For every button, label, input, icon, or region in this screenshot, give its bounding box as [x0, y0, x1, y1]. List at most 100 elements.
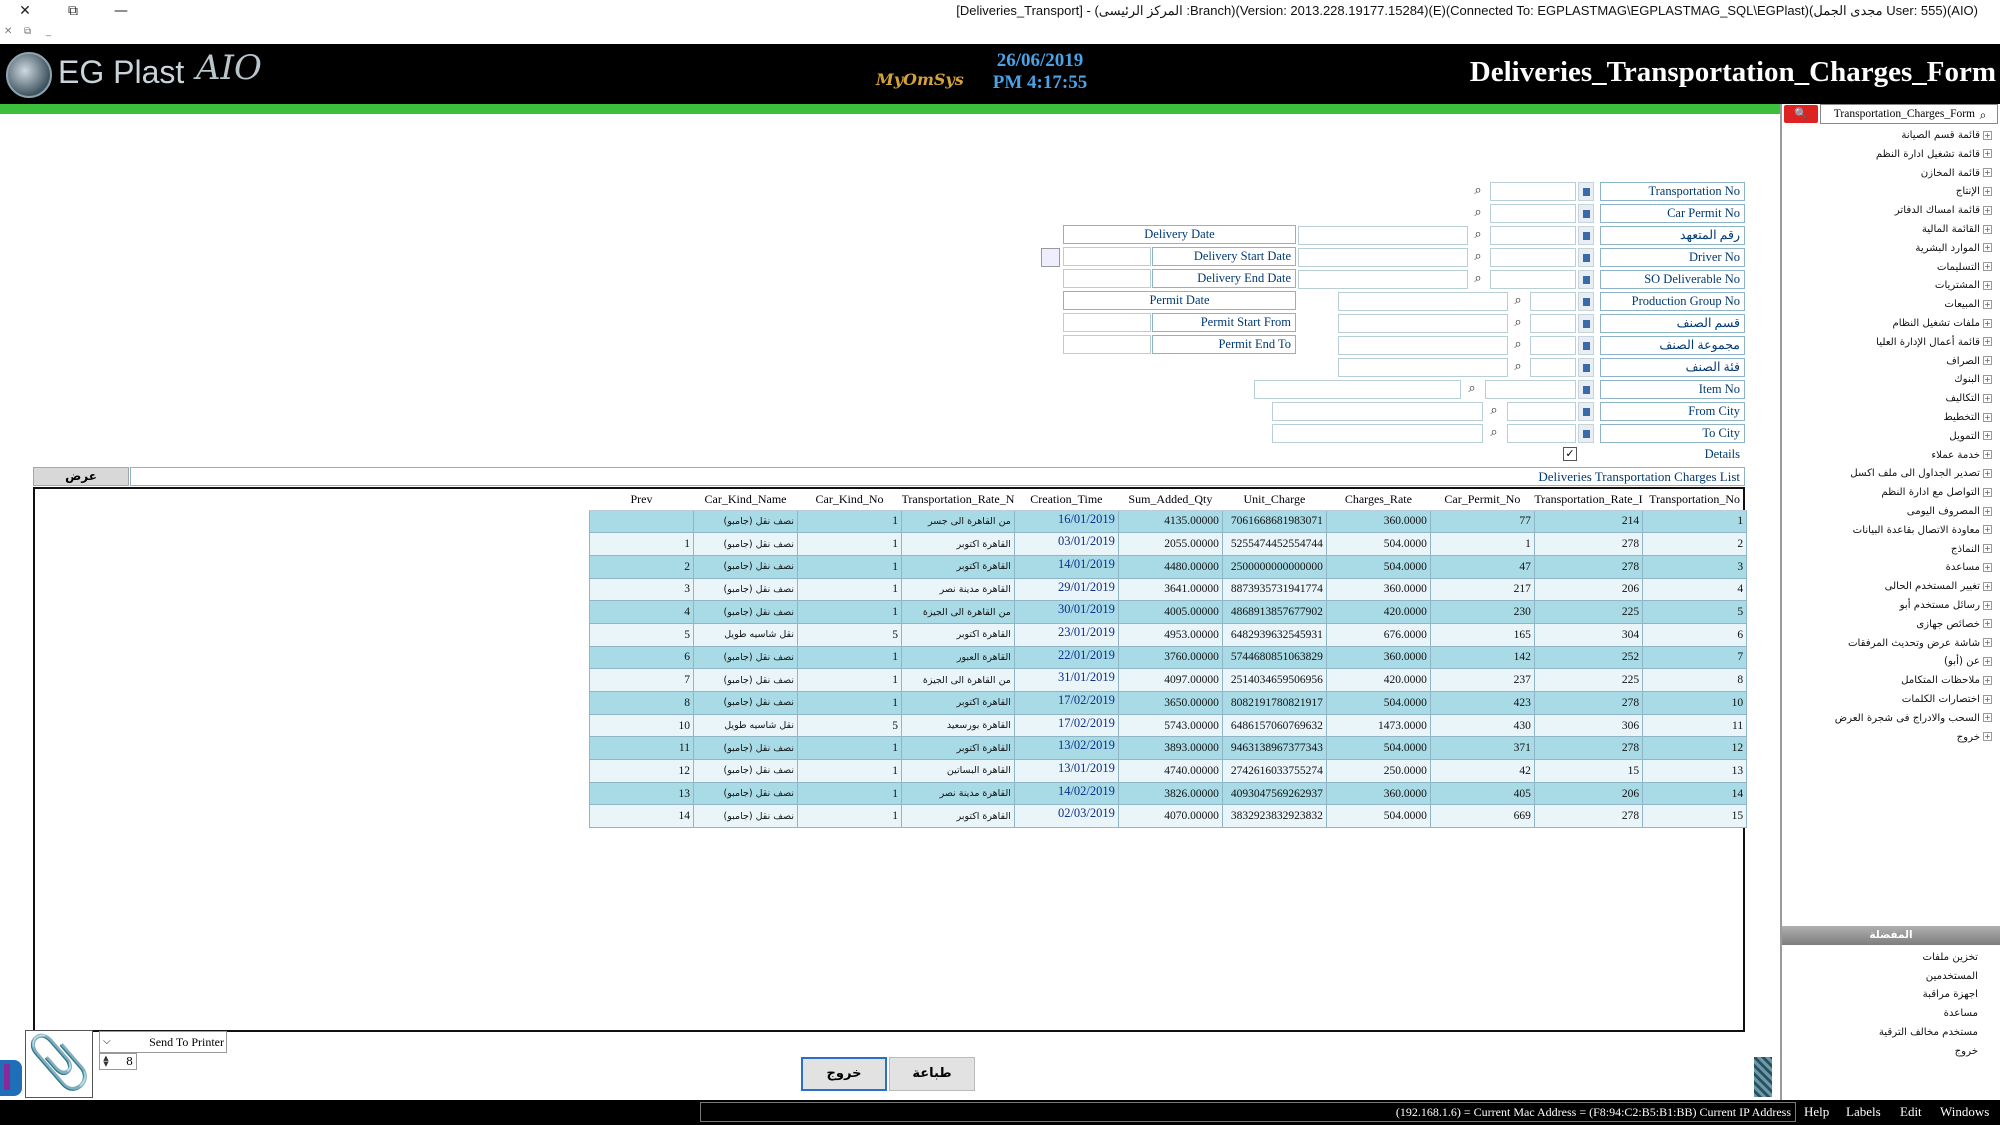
cell-car-kind-name[interactable]: نصف نقل (جامبو): [693, 554, 798, 579]
cell-unit-charge[interactable]: 9463138967377343: [1221, 736, 1327, 761]
cell-car-kind-no[interactable]: 1: [797, 736, 902, 761]
cell-charges-rate[interactable]: 360.0000: [1325, 781, 1431, 806]
menu-edit[interactable]: Edit: [1900, 1104, 1922, 1120]
cell-creation-time[interactable]: 29/01/2019: [1013, 577, 1119, 602]
cell-sum-added-qty[interactable]: 3893.00000: [1117, 736, 1223, 761]
lookup-icon[interactable]: [1578, 182, 1594, 201]
table-row[interactable]: 2 نصف نقل (جامبو) 1 القاهرة اكتوبر 14/01/201…: [589, 554, 1748, 579]
cell-unit-charge[interactable]: 6486157060769632: [1221, 713, 1327, 738]
table-row[interactable]: نصف نقل (جامبو) 1 من القاهرة الى جسر 16/01/…: [589, 509, 1748, 534]
cell-transportation-no[interactable]: 3: [1642, 554, 1748, 579]
column-header[interactable]: Car_Kind_Name: [693, 489, 798, 511]
lookup-icon[interactable]: [1578, 402, 1594, 421]
search-icon[interactable]: ⌕: [1974, 106, 1992, 123]
cell-prev[interactable]: 12: [589, 759, 694, 783]
cell-car-permit-no[interactable]: 371: [1429, 736, 1535, 761]
expand-icon[interactable]: +: [1983, 675, 1992, 685]
column-header[interactable]: Unit_Charge: [1222, 489, 1327, 511]
cell-charges-rate[interactable]: 504.0000: [1325, 532, 1431, 556]
restore-window-icon[interactable]: ⧉: [58, 0, 88, 22]
permit-end-date-input[interactable]: [1063, 335, 1151, 354]
tree-item[interactable]: قائمة المخازن +: [1921, 164, 1992, 183]
search-icon[interactable]: ⌕: [1469, 204, 1487, 223]
tree-item[interactable]: تصدير الجداول الى ملف اكسل +: [1850, 464, 1992, 483]
cell-charges-rate[interactable]: 360.0000: [1325, 577, 1431, 602]
cell-car-permit-no[interactable]: 165: [1429, 622, 1535, 647]
expand-icon[interactable]: +: [1983, 468, 1992, 478]
expand-icon[interactable]: +: [1983, 374, 1992, 384]
cell-car-permit-no[interactable]: 77: [1429, 509, 1535, 534]
cell-rate-name[interactable]: القاهرة اكتوبر: [901, 804, 1015, 829]
cell-sum-added-qty[interactable]: 4097.00000: [1117, 668, 1223, 692]
expand-icon[interactable]: +: [1983, 337, 1992, 347]
cell-car-kind-name[interactable]: نصف نقل (جامبو): [693, 668, 798, 692]
column-header[interactable]: Car_Kind_No: [797, 489, 902, 511]
expand-icon[interactable]: +: [1983, 393, 1992, 403]
cell-prev[interactable]: 4: [589, 600, 694, 624]
search-icon[interactable]: ⌕: [1485, 402, 1503, 421]
favorite-item[interactable]: تخزين ملفات: [1922, 948, 1978, 967]
search-icon[interactable]: ⌕: [1469, 226, 1487, 245]
cell-rate-id[interactable]: 214: [1533, 509, 1644, 534]
cell-creation-time[interactable]: 14/02/2019: [1013, 781, 1119, 806]
cell-rate-id[interactable]: 278: [1533, 804, 1644, 829]
send-to-printer-dropdown[interactable]: ⌵ Send To Printer: [99, 1031, 227, 1053]
tree-item[interactable]: شاشة عرض وتحديث المرفقات +: [1848, 634, 1992, 653]
cell-transportation-no[interactable]: 13: [1642, 759, 1748, 783]
cell-rate-id[interactable]: 206: [1533, 781, 1644, 806]
permit-start-date-input[interactable]: [1063, 313, 1151, 332]
tree-item[interactable]: مساعدة +: [1946, 558, 1992, 577]
cell-car-permit-no[interactable]: 230: [1429, 600, 1535, 624]
cell-creation-time[interactable]: 22/01/2019: [1013, 645, 1119, 670]
cell-unit-charge[interactable]: 8873935731941774: [1221, 577, 1327, 602]
cell-unit-charge[interactable]: 3832923832923832: [1221, 804, 1327, 829]
exit-button[interactable]: خروج: [801, 1057, 887, 1091]
lookup-icon[interactable]: [1578, 380, 1594, 399]
cell-rate-id[interactable]: 304: [1533, 622, 1644, 647]
cell-prev[interactable]: 14: [589, 804, 694, 829]
cell-creation-time[interactable]: 13/02/2019: [1013, 736, 1119, 761]
cell-car-kind-no[interactable]: 1: [797, 804, 902, 829]
cell-car-kind-name[interactable]: نصف نقل (جامبو): [693, 532, 798, 556]
cell-rate-id[interactable]: 278: [1533, 691, 1644, 715]
search-icon[interactable]: ⌕: [1469, 248, 1487, 267]
tree-item[interactable]: البنوك +: [1954, 370, 1992, 389]
cell-unit-charge[interactable]: 5255474452554744: [1221, 532, 1327, 556]
cell-unit-charge[interactable]: 2742616033755274: [1221, 759, 1327, 783]
expand-icon[interactable]: +: [1983, 600, 1992, 610]
cell-sum-added-qty[interactable]: 4005.00000: [1117, 600, 1223, 624]
column-header[interactable]: Transportation_Rate_N: [901, 489, 1015, 511]
tree-item[interactable]: التخطيط +: [1943, 408, 1992, 427]
expand-icon[interactable]: +: [1983, 487, 1992, 497]
cell-car-kind-name[interactable]: نصف نقل (جامبو): [693, 691, 798, 715]
tree-item[interactable]: النماذج +: [1951, 540, 1992, 559]
production-group-no-input[interactable]: [1530, 292, 1576, 311]
cell-car-kind-no[interactable]: 1: [797, 668, 902, 692]
mdi-restore-icon[interactable]: ⧉: [24, 26, 31, 37]
tree-item[interactable]: خدمة عملاء +: [1931, 446, 1992, 465]
cell-car-kind-no[interactable]: 1: [797, 532, 902, 556]
tree-item[interactable]: الموارد البشرية +: [1915, 239, 1992, 258]
column-header[interactable]: Creation_Time: [1014, 489, 1119, 511]
lookup-icon[interactable]: [1578, 336, 1594, 355]
delivery-start-date-input[interactable]: [1063, 247, 1151, 266]
cell-car-kind-no[interactable]: 1: [797, 509, 902, 534]
cell-creation-time[interactable]: 17/02/2019: [1013, 713, 1119, 738]
cell-car-kind-name[interactable]: نقل شاسيه طويل: [693, 622, 798, 647]
cell-rate-id[interactable]: 278: [1533, 532, 1644, 556]
cell-car-permit-no[interactable]: 423: [1429, 691, 1535, 715]
copies-stepper[interactable]: ▲ ▼ 8: [99, 1053, 137, 1070]
expand-icon[interactable]: +: [1983, 243, 1992, 253]
table-row[interactable]: 3 نصف نقل (جامبو) 1 القاهرة مدينة نصر 29/01/…: [589, 577, 1748, 602]
cell-rate-id[interactable]: 206: [1533, 577, 1644, 602]
cell-creation-time[interactable]: 30/01/2019: [1013, 600, 1119, 624]
from-city-input[interactable]: [1507, 402, 1576, 421]
cell-prev[interactable]: 1: [589, 532, 694, 556]
cell-rate-name[interactable]: القاهرة اكتوبر: [901, 691, 1015, 715]
cell-sum-added-qty[interactable]: 4070.00000: [1117, 804, 1223, 829]
menu-labels[interactable]: Labels: [1846, 1104, 1881, 1120]
cell-sum-added-qty[interactable]: 3641.00000: [1117, 577, 1223, 602]
expand-icon[interactable]: +: [1983, 732, 1992, 742]
cell-transportation-no[interactable]: 8: [1642, 668, 1748, 692]
tree-item[interactable]: خصائص جهازى +: [1916, 615, 1992, 634]
